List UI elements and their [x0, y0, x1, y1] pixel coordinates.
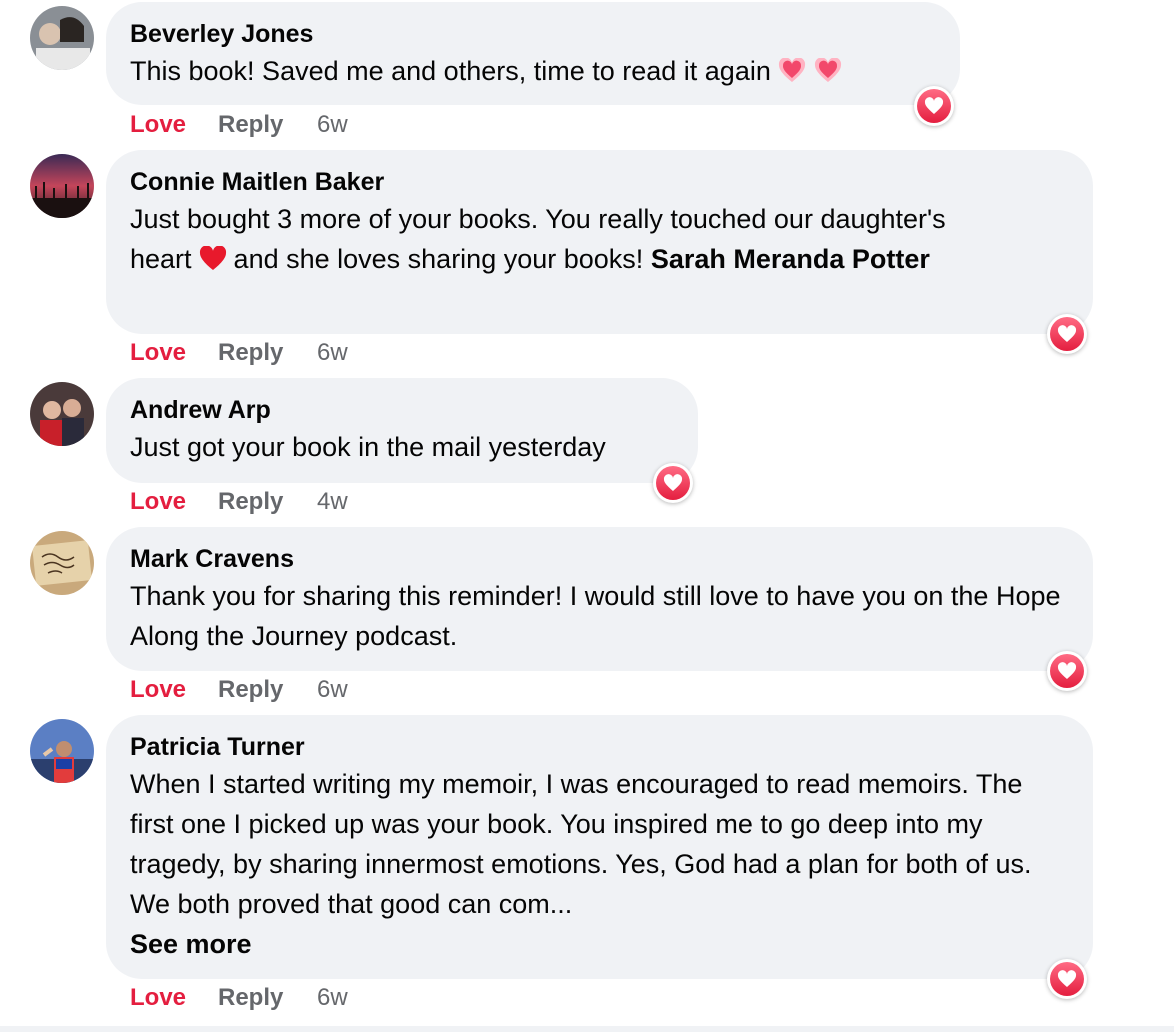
avatar[interactable] [30, 382, 94, 446]
reply-button[interactable]: Reply [218, 338, 317, 368]
comment-actions: Love Reply 6w [130, 110, 348, 140]
comment-text: Thank you for sharing this reminder! I w… [130, 581, 1061, 651]
avatar[interactable] [30, 531, 94, 595]
next-comment-edge [0, 1026, 1174, 1032]
love-reaction-icon[interactable] [653, 463, 693, 503]
mention-link[interactable]: Sarah Meranda Potter [651, 244, 930, 274]
love-button[interactable]: Love [130, 983, 218, 1013]
comment-timestamp[interactable]: 6w [317, 983, 348, 1013]
comment-author[interactable]: Beverley Jones [130, 17, 936, 51]
comment-author[interactable]: Patricia Turner [130, 730, 1069, 764]
avatar[interactable] [30, 154, 94, 218]
avatar[interactable] [30, 6, 94, 70]
reply-button[interactable]: Reply [218, 487, 317, 517]
reply-button[interactable]: Reply [218, 110, 317, 140]
love-reaction-icon[interactable] [1047, 314, 1087, 354]
love-button[interactable]: Love [130, 338, 218, 368]
comment-timestamp[interactable]: 6w [317, 338, 348, 368]
comment-text: Just bought 3 more of your books. You re… [130, 204, 946, 274]
comment-text: This book! Saved me and others, time to … [130, 51, 936, 91]
comment-timestamp[interactable]: 6w [317, 110, 348, 140]
comment-actions: Love Reply 6w [130, 675, 348, 705]
reply-button[interactable]: Reply [218, 675, 317, 705]
sparkling-heart-icon [814, 58, 841, 82]
comment-actions: Love Reply 4w [130, 487, 348, 517]
comment-bubble: Connie Maitlen Baker Just bought 3 more … [106, 150, 1093, 334]
comment-actions: Love Reply 6w [130, 338, 348, 368]
comment-author[interactable]: Andrew Arp [130, 393, 674, 427]
comment-text: When I started writing my memoir, I was … [130, 769, 1032, 959]
love-button[interactable]: Love [130, 487, 218, 517]
love-reaction-icon[interactable] [1047, 959, 1087, 999]
comment-bubble: Beverley Jones This book! Saved me and o… [106, 2, 960, 105]
love-button[interactable]: Love [130, 675, 218, 705]
red-heart-icon [199, 246, 226, 270]
comment-bubble: Andrew Arp Just got your book in the mai… [106, 378, 698, 483]
love-button[interactable]: Love [130, 110, 218, 140]
avatar[interactable] [30, 719, 94, 783]
comment-bubble: Mark Cravens Thank you for sharing this … [106, 527, 1093, 671]
love-reaction-icon[interactable] [914, 86, 954, 126]
comment-author[interactable]: Mark Cravens [130, 542, 1069, 576]
sparkling-heart-icon [778, 58, 805, 82]
comment-text: Just got your book in the mail yesterday [130, 432, 606, 462]
comment-timestamp[interactable]: 4w [317, 487, 348, 517]
love-reaction-icon[interactable] [1047, 651, 1087, 691]
reply-button[interactable]: Reply [218, 983, 317, 1013]
comment-actions: Love Reply 6w [130, 983, 348, 1013]
comment-timestamp[interactable]: 6w [317, 675, 348, 705]
comment-bubble: Patricia Turner When I started writing m… [106, 715, 1093, 979]
see-more-link[interactable]: See more [130, 929, 252, 959]
comment-author[interactable]: Connie Maitlen Baker [130, 165, 1069, 199]
